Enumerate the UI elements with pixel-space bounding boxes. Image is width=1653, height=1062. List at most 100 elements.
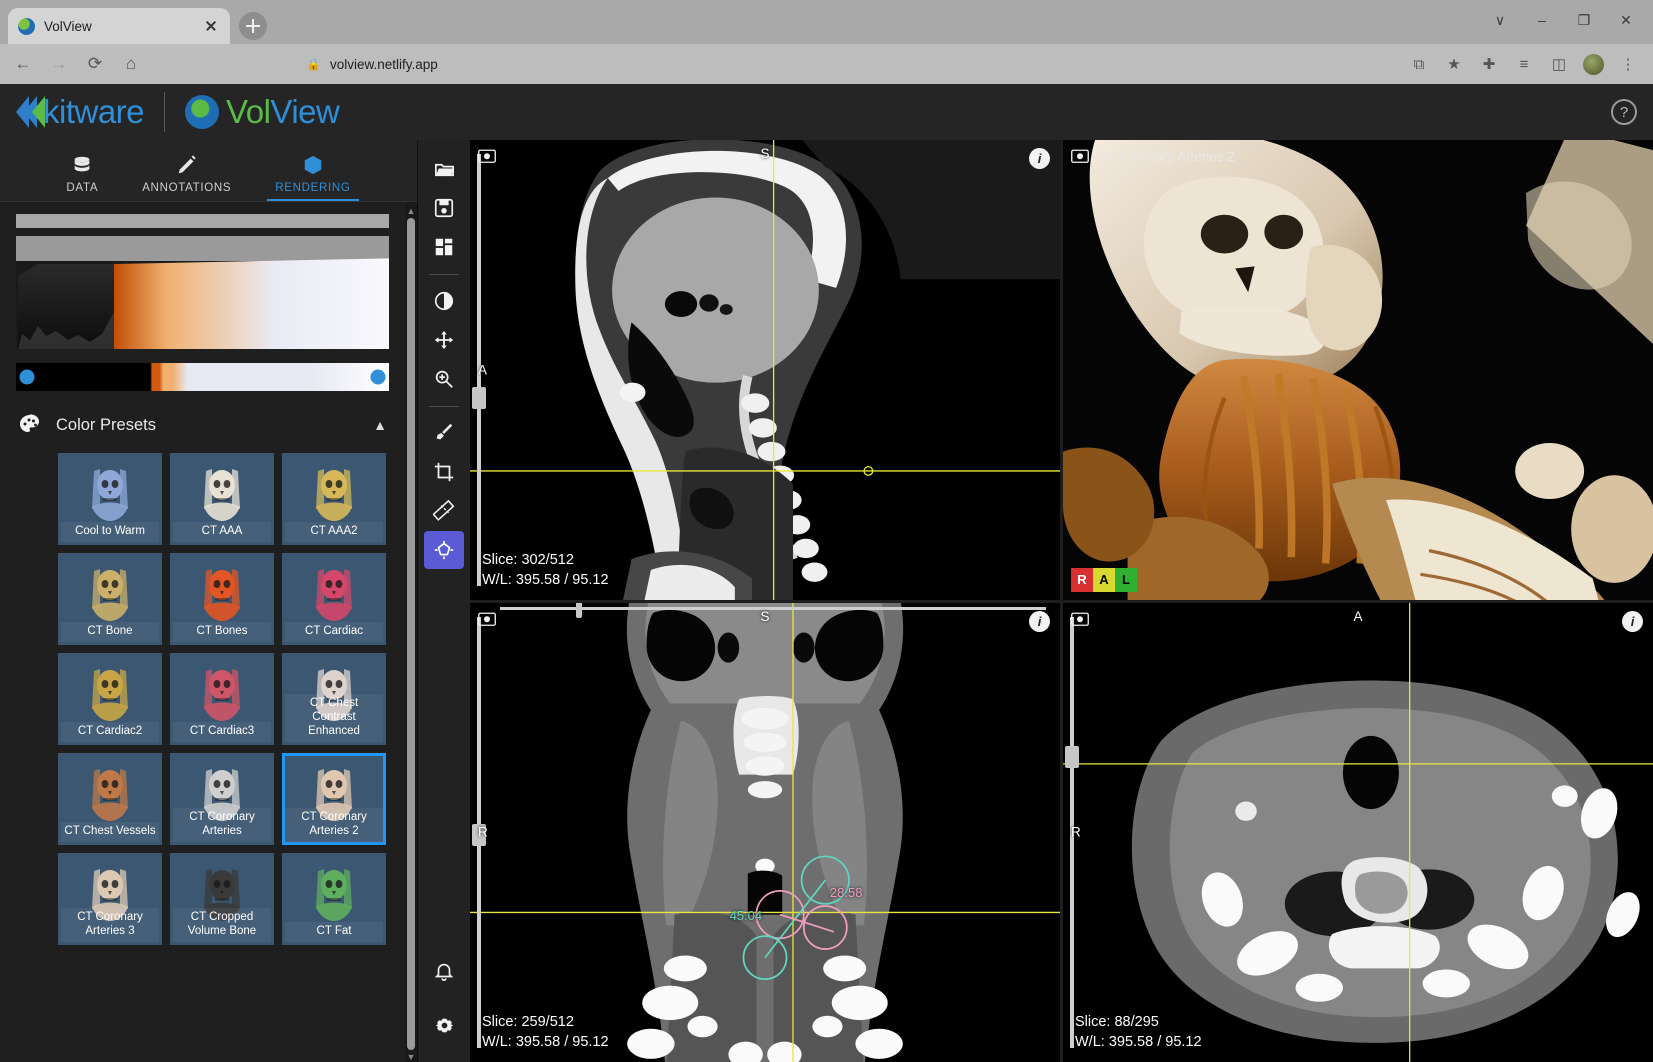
share-icon[interactable]: ⧉ <box>1408 53 1430 75</box>
color-preset-item[interactable]: CT Bone <box>58 553 162 645</box>
chevron-down-icon[interactable]: ∨ <box>1481 6 1519 34</box>
color-preset-item[interactable]: CT Cropped Volume Bone <box>170 853 274 945</box>
scroll-up-icon[interactable]: ▲ <box>407 206 416 216</box>
folder-open-icon[interactable] <box>424 150 464 188</box>
volview-wordmark: VolView <box>226 93 340 131</box>
screenshot-icon[interactable] <box>478 148 496 163</box>
plus-icon[interactable] <box>239 12 267 40</box>
color-preset-item[interactable]: CT Bones <box>170 553 274 645</box>
orientation-label-top: A <box>1353 608 1363 624</box>
info-icon[interactable]: i <box>1622 610 1643 632</box>
color-preset-item[interactable]: CT Coronary Arteries 2 <box>282 753 386 845</box>
orientation-label-left: R <box>478 824 488 840</box>
app-header: kitware VolView ? <box>0 84 1653 140</box>
scroll-down-icon[interactable]: ▼ <box>407 1052 416 1062</box>
reload-icon[interactable]: ⟳ <box>84 53 106 75</box>
zoom-in-icon[interactable] <box>424 360 464 398</box>
transfer-function-topbar[interactable] <box>16 214 389 228</box>
color-preset-item[interactable]: CT Cardiac3 <box>170 653 274 745</box>
polygon-tool-icon[interactable] <box>424 531 464 569</box>
slider-thumb[interactable] <box>472 387 486 409</box>
minimize-button[interactable]: – <box>1523 6 1561 34</box>
screenshot-icon[interactable] <box>478 611 496 626</box>
color-preset-item[interactable]: Cool to Warm <box>58 453 162 545</box>
ruler-icon[interactable] <box>424 492 464 530</box>
crop-icon[interactable] <box>424 453 464 491</box>
kitware-logo: kitware <box>16 93 145 131</box>
database-icon <box>71 154 93 176</box>
preset-label: CT Bone <box>61 622 159 642</box>
volume-preset-title: CT Coronary Arteries 2 <box>1097 149 1235 164</box>
slice-label: Slice: 302/512 <box>482 551 574 568</box>
opacity-histogram[interactable] <box>16 236 389 349</box>
color-gradient-bar[interactable] <box>16 363 389 391</box>
gradient-knob-right[interactable] <box>370 369 386 385</box>
panel-scrollbar[interactable]: ▲ ▼ <box>405 202 417 1062</box>
kitware-wordmark: kitware <box>43 93 145 130</box>
paintbrush-icon[interactable] <box>424 414 464 452</box>
window-controls: ∨ – ❐ ✕ <box>1481 6 1645 34</box>
close-window-button[interactable]: ✕ <box>1607 6 1645 34</box>
split-screen-icon[interactable]: ◫ <box>1548 53 1570 75</box>
axis-label-r: R <box>1071 567 1093 592</box>
avatar[interactable] <box>1583 53 1604 75</box>
kebab-menu-icon[interactable]: ⋮ <box>1617 53 1639 75</box>
close-icon[interactable] <box>202 17 220 35</box>
color-preset-item[interactable]: CT Coronary Arteries <box>170 753 274 845</box>
color-preset-item[interactable]: CT Fat <box>282 853 386 945</box>
info-icon[interactable]: i <box>1029 148 1050 169</box>
screenshot-icon[interactable] <box>1071 611 1089 626</box>
back-arrow-icon[interactable]: ← <box>12 53 34 75</box>
scrollbar-thumb[interactable] <box>407 218 415 1050</box>
color-preset-item[interactable]: CT Chest Contrast Enhanced <box>282 653 386 745</box>
color-preset-item[interactable]: CT AAA2 <box>282 453 386 545</box>
home-icon[interactable]: ⌂ <box>120 53 142 75</box>
screenshot-icon[interactable] <box>1071 148 1089 163</box>
gear-icon[interactable] <box>424 1006 464 1044</box>
slider-thumb[interactable] <box>576 602 583 618</box>
forward-arrow-icon[interactable]: → <box>48 53 70 75</box>
viewport-grid: i S A Slice: 302/512 W/L: 395.58 / 95.12 <box>470 140 1653 1062</box>
coronal-view[interactable]: i S R 45.04 28.58 Slice: 259/512 W/L: 39… <box>470 602 1060 1062</box>
contrast-icon[interactable] <box>424 282 464 320</box>
orientation-label-left: A <box>478 362 488 378</box>
sagittal-view[interactable]: i S A Slice: 302/512 W/L: 395.58 / 95.12 <box>470 140 1060 600</box>
color-preset-item[interactable]: CT Cardiac <box>282 553 386 645</box>
chevron-up-icon[interactable]: ▲ <box>373 417 387 433</box>
slider-thumb[interactable] <box>1065 745 1079 768</box>
gradient-knob-left[interactable] <box>19 369 35 385</box>
preset-label: CT Cardiac2 <box>61 722 159 742</box>
lock-icon: 🔒 <box>306 57 321 71</box>
toolbar-separator <box>429 406 459 407</box>
layout-grid-icon[interactable] <box>424 228 464 266</box>
info-icon[interactable]: i <box>1029 610 1050 632</box>
maximize-button[interactable]: ❐ <box>1565 6 1603 34</box>
star-icon[interactable]: ★ <box>1443 53 1465 75</box>
save-icon[interactable] <box>424 189 464 227</box>
color-presets-title: Color Presets <box>56 415 156 434</box>
header-divider <box>164 92 166 132</box>
puzzle-icon[interactable]: ✚ <box>1478 53 1500 75</box>
color-preset-item[interactable]: CT Cardiac2 <box>58 653 162 745</box>
tab-rendering[interactable]: RENDERING <box>267 154 359 201</box>
color-preset-item[interactable]: CT AAA <box>170 453 274 545</box>
help-icon[interactable]: ? <box>1611 99 1637 125</box>
panel-scroll-area: Color Presets ▲ Cool to Warm CT AAA CT AAA… <box>0 202 417 1062</box>
color-preset-item[interactable]: CT Coronary Arteries 3 <box>58 853 162 945</box>
volume-3d-view[interactable]: CT Coronary Arteries 2 R A L <box>1063 140 1653 600</box>
color-preset-item[interactable]: CT Chest Vessels <box>58 753 162 845</box>
tab-data-label: DATA <box>66 182 99 194</box>
bell-icon[interactable] <box>424 952 464 990</box>
panel-tabs: DATA ANNOTATIONS RENDERING <box>0 140 417 202</box>
tab-annotations[interactable]: ANNOTATIONS <box>142 154 231 201</box>
axial-view[interactable]: i A R Slice: 88/295 W/L: 395.58 / 95.12 <box>1063 602 1653 1062</box>
tool-rail <box>418 140 470 1062</box>
tab-data[interactable]: DATA <box>66 154 98 201</box>
browser-tab[interactable]: VolView <box>8 8 230 44</box>
reading-list-icon[interactable]: ≡ <box>1513 53 1535 75</box>
rendering-panel: Color Presets ▲ Cool to Warm CT AAA CT AAA… <box>0 202 405 1062</box>
address-bar[interactable]: 🔒 volview.netlify.app <box>156 50 1394 78</box>
pan-move-icon[interactable] <box>424 321 464 359</box>
horizontal-slider[interactable] <box>500 602 1046 618</box>
orientation-axes[interactable]: R A L <box>1071 567 1137 592</box>
